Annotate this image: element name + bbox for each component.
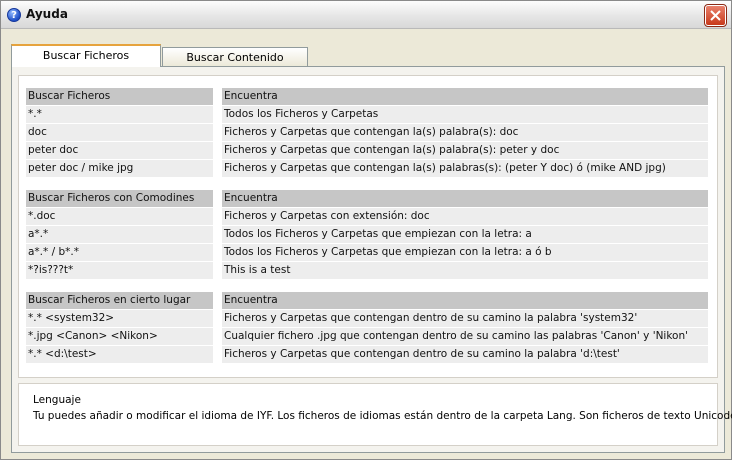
pattern-cell: a*.*: [26, 226, 213, 243]
table-row: a*.* / b*.* Todos los Ficheros y Carpeta…: [26, 244, 710, 262]
close-icon: [710, 10, 721, 21]
title-bar[interactable]: ? Ayuda: [1, 1, 731, 29]
pattern-cell: *?is???t*: [26, 262, 213, 279]
table-header-row: Buscar Ficheros con Comodines Encuentra: [26, 190, 710, 208]
pattern-cell: *.doc: [26, 208, 213, 225]
pattern-cell: *.* <system32>: [26, 310, 213, 327]
table-row: *.* Todos los Ficheros y Carpetas: [26, 106, 710, 124]
header-cell: Encuentra: [222, 190, 708, 207]
description-cell: Cualquier fichero .jpg que contengan den…: [222, 328, 708, 345]
tab-panel: Buscar Ficheros Encuentra *.* Todos los …: [11, 66, 732, 453]
group-buscar-comodines: Buscar Ficheros con Comodines Encuentra …: [26, 190, 710, 280]
language-description: Tu puedes añadir o modificar el idioma d…: [33, 410, 732, 422]
description-cell: Ficheros y Carpetas que contengan la(s) …: [222, 142, 708, 159]
table-row: *?is???t* This is a test: [26, 262, 710, 280]
pattern-cell: peter doc: [26, 142, 213, 159]
pattern-cell: *.* <d:\test>: [26, 346, 213, 363]
window-title: Ayuda: [26, 7, 68, 21]
table-header-row: Buscar Ficheros en cierto lugar Encuentr…: [26, 292, 710, 310]
help-window: ? Ayuda Buscar Ficheros Buscar Contenido…: [0, 0, 732, 460]
description-cell: Ficheros y Carpetas que contengan la(s) …: [222, 160, 708, 177]
description-cell: Ficheros y Carpetas con extensión: doc: [222, 208, 708, 225]
pattern-cell: *.*: [26, 106, 213, 123]
description-cell: Todos los Ficheros y Carpetas que empiez…: [222, 244, 708, 261]
table-row: *.* <d:\test> Ficheros y Carpetas que co…: [26, 346, 710, 364]
header-cell: Buscar Ficheros con Comodines: [26, 190, 213, 207]
header-cell: Buscar Ficheros en cierto lugar: [26, 292, 213, 309]
table-row: a*.* Todos los Ficheros y Carpetas que e…: [26, 226, 710, 244]
header-cell: Buscar Ficheros: [26, 88, 213, 105]
help-icon: ?: [7, 8, 21, 22]
description-cell: Todos los Ficheros y Carpetas que empiez…: [222, 226, 708, 243]
description-cell: Ficheros y Carpetas que contengan la(s) …: [222, 124, 708, 141]
pattern-cell: *.jpg <Canon> <Nikon>: [26, 328, 213, 345]
tab-buscar-ficheros[interactable]: Buscar Ficheros: [11, 44, 161, 67]
pattern-cell: doc: [26, 124, 213, 141]
description-cell: Todos los Ficheros y Carpetas: [222, 106, 708, 123]
language-info-box: Lenguaje Tu puedes añadir o modificar el…: [18, 383, 732, 446]
help-table-area: Buscar Ficheros Encuentra *.* Todos los …: [18, 75, 718, 378]
description-cell: Ficheros y Carpetas que contengan dentro…: [222, 346, 708, 363]
table-row: *.jpg <Canon> <Nikon> Cualquier fichero …: [26, 328, 710, 346]
pattern-cell: a*.* / b*.*: [26, 244, 213, 261]
group-buscar-lugar: Buscar Ficheros en cierto lugar Encuentr…: [26, 292, 710, 364]
close-button[interactable]: [704, 4, 727, 27]
description-cell: This is a test: [222, 262, 708, 279]
table-row: *.* <system32> Ficheros y Carpetas que c…: [26, 310, 710, 328]
header-cell: Encuentra: [222, 292, 708, 309]
description-cell: Ficheros y Carpetas que contengan dentro…: [222, 310, 708, 327]
header-cell: Encuentra: [222, 88, 708, 105]
language-title: Lenguaje: [33, 394, 81, 406]
group-buscar-ficheros: Buscar Ficheros Encuentra *.* Todos los …: [26, 88, 710, 178]
table-row: peter doc Ficheros y Carpetas que conten…: [26, 142, 710, 160]
table-row: doc Ficheros y Carpetas que contengan la…: [26, 124, 710, 142]
pattern-cell: peter doc / mike jpg: [26, 160, 213, 177]
table-row: peter doc / mike jpg Ficheros y Carpetas…: [26, 160, 710, 178]
tab-buscar-contenido[interactable]: Buscar Contenido: [162, 47, 308, 66]
table-row: *.doc Ficheros y Carpetas con extensión:…: [26, 208, 710, 226]
table-header-row: Buscar Ficheros Encuentra: [26, 88, 710, 106]
